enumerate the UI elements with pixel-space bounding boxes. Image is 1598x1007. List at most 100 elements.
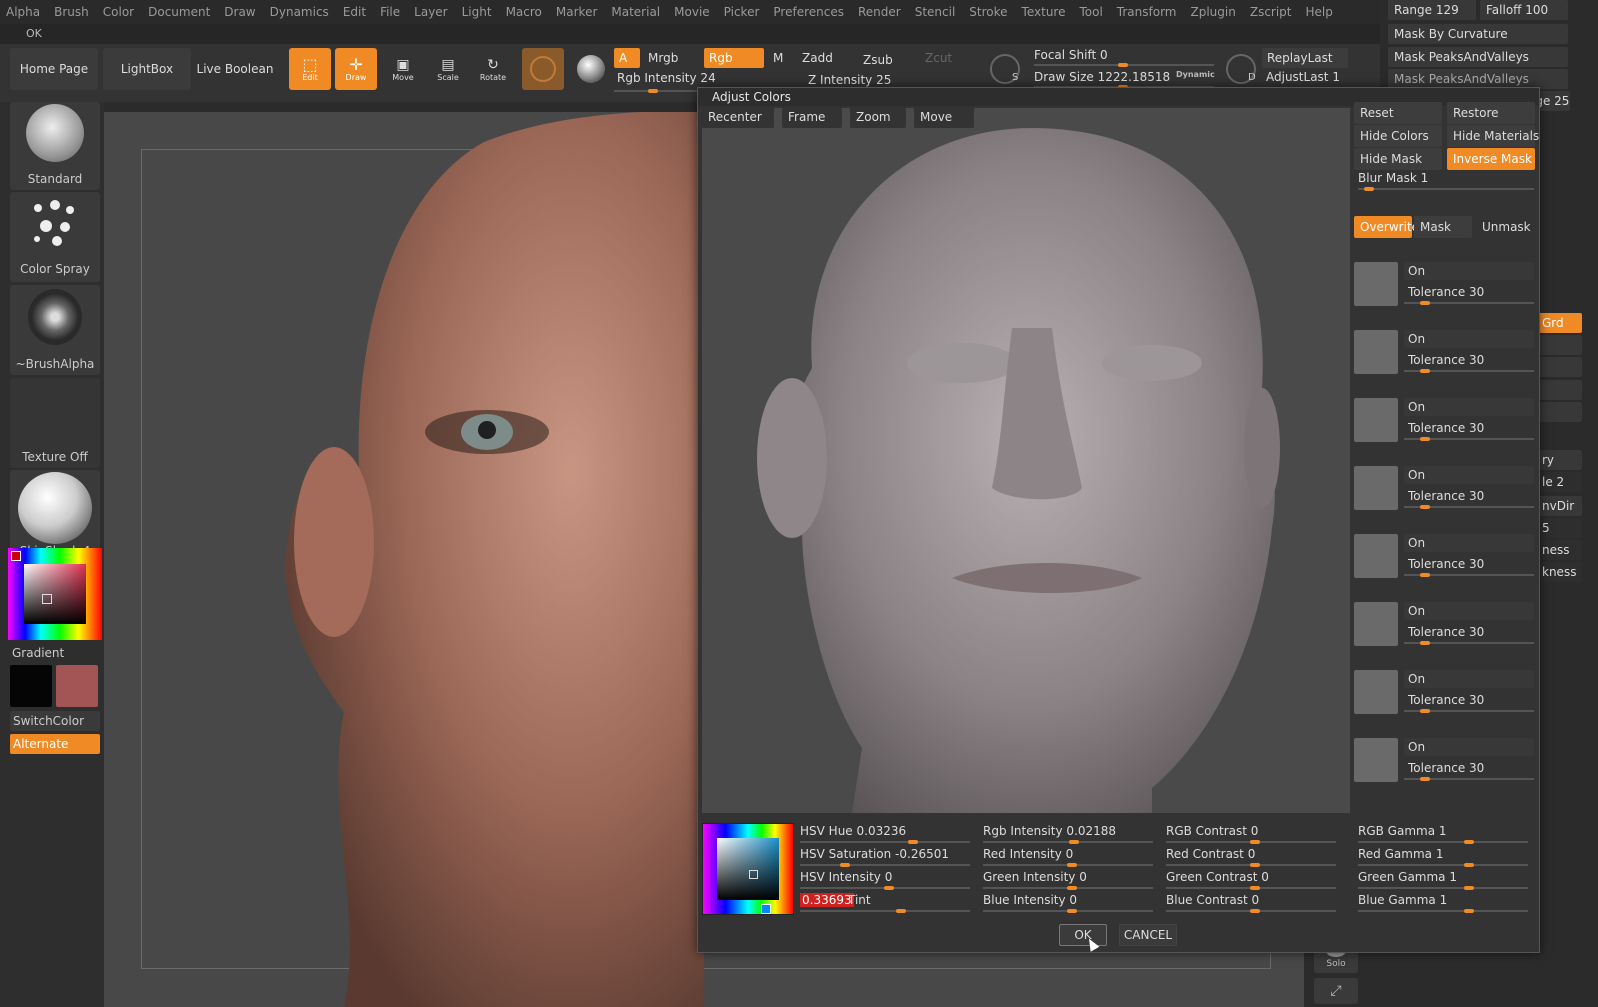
slot-on-toggle[interactable]: On	[1404, 466, 1534, 484]
lightbox-button[interactable]: LightBox	[103, 48, 191, 90]
range-slider[interactable]: Range 129	[1388, 0, 1476, 20]
zoom-button[interactable]: Zoom	[850, 106, 906, 128]
panel-stub-kness[interactable]: kness	[1538, 562, 1582, 582]
color-slot-swatch[interactable]	[1354, 262, 1398, 306]
inverse-mask-button[interactable]: Inverse Mask	[1447, 148, 1535, 170]
rotate-button[interactable]: ↻ Rotate	[472, 48, 514, 90]
menu-help[interactable]: Help	[1306, 5, 1333, 19]
color-slot-swatch[interactable]	[1354, 466, 1398, 510]
color-slot-5[interactable]: On Tolerance 30	[1352, 532, 1538, 590]
frame-button[interactable]: ⤢	[1314, 978, 1358, 1004]
rgb-contrast-slider[interactable]: RGB Contrast 0	[1166, 824, 1336, 846]
panel-stub-le2[interactable]: le 2	[1538, 472, 1582, 492]
color-slot-8[interactable]: On Tolerance 30	[1352, 736, 1538, 794]
menu-brush[interactable]: Brush	[54, 5, 89, 19]
edit-button[interactable]: ⬚ Edit	[289, 48, 331, 90]
frame-nav-button[interactable]: Frame	[782, 106, 842, 128]
grd-button[interactable]: Grd	[1538, 313, 1582, 333]
red-intensity-slider[interactable]: Red Intensity 0	[983, 847, 1153, 869]
menu-texture[interactable]: Texture	[1022, 5, 1066, 19]
color-slot-6[interactable]: On Tolerance 30	[1352, 600, 1538, 658]
z-intensity-slider[interactable]: Z Intensity 25	[808, 73, 891, 87]
green-intensity-slider[interactable]: Green Intensity 0	[983, 870, 1153, 892]
adjust-last-slider[interactable]: AdjustLast 1	[1266, 70, 1340, 84]
color-slot-4[interactable]: On Tolerance 30	[1352, 464, 1538, 522]
color-slot-swatch[interactable]	[1354, 602, 1398, 646]
alternate-button[interactable]: Alternate	[10, 734, 100, 754]
menu-macro[interactable]: Macro	[506, 5, 542, 19]
panel-stub-5[interactable]: 5	[1538, 518, 1582, 538]
shade-button[interactable]	[570, 48, 612, 90]
menu-movie[interactable]: Movie	[674, 5, 710, 19]
menu-light[interactable]: Light	[462, 5, 492, 19]
slot-tolerance-slider[interactable]: Tolerance 30	[1404, 691, 1534, 709]
blur-mask-slider[interactable]: Blur Mask 1	[1358, 171, 1428, 185]
rgb-intensity-param-slider[interactable]: Rgb Intensity 0.02188	[983, 824, 1153, 846]
unmask-button[interactable]: Unmask	[1476, 216, 1534, 238]
slot-tolerance-slider[interactable]: Tolerance 30	[1404, 487, 1534, 505]
color-slot-1[interactable]: On Tolerance 30	[1352, 260, 1538, 318]
ok-button[interactable]: OK	[1059, 924, 1107, 946]
green-gamma-slider[interactable]: Green Gamma 1	[1358, 870, 1528, 892]
menu-stencil[interactable]: Stencil	[915, 5, 956, 19]
menu-document[interactable]: Document	[148, 5, 210, 19]
gradient-label[interactable]: Gradient	[12, 646, 64, 660]
rgb-gamma-slider[interactable]: RGB Gamma 1	[1358, 824, 1528, 846]
overwrite-button[interactable]: Overwrite	[1354, 216, 1419, 238]
restore-button[interactable]: Restore	[1447, 102, 1535, 124]
live-boolean-button[interactable]: Live Boolean	[194, 48, 276, 90]
menu-dynamics[interactable]: Dynamics	[270, 5, 329, 19]
reset-button[interactable]: Reset	[1354, 102, 1442, 124]
hide-mask-button[interactable]: Hide Mask	[1354, 148, 1442, 170]
draw-button[interactable]: ✛ Draw	[335, 48, 377, 90]
slot-on-toggle[interactable]: On	[1404, 534, 1534, 552]
m-toggle[interactable]: M	[768, 48, 792, 68]
slot-on-toggle[interactable]: On	[1404, 738, 1534, 756]
home-page-button[interactable]: Home Page	[10, 48, 98, 90]
panel-stub-nvdir[interactable]: nvDir	[1538, 496, 1582, 516]
dynamic-toggle[interactable]: Dynamic	[1176, 70, 1215, 79]
hide-colors-button[interactable]: Hide Colors	[1354, 125, 1442, 147]
menu-render[interactable]: Render	[858, 5, 901, 19]
color-slot-swatch[interactable]	[1354, 670, 1398, 714]
mask-peaks-valleys-submenu[interactable]: Mask PeaksAndValleys	[1388, 69, 1568, 89]
menu-transform[interactable]: Transform	[1117, 5, 1177, 19]
scale-button[interactable]: ▤ Scale	[427, 48, 469, 90]
hsv-saturation-slider[interactable]: HSV Saturation -0.26501	[800, 847, 970, 869]
color-slot-7[interactable]: On Tolerance 30	[1352, 668, 1538, 726]
mask-peaks-valleys-button[interactable]: Mask PeaksAndValleys	[1388, 47, 1568, 67]
menu-zscript[interactable]: Zscript	[1250, 5, 1292, 19]
mrgb-toggle[interactable]: Mrgb	[643, 48, 699, 68]
blue-intensity-slider[interactable]: Blue Intensity 0	[983, 893, 1153, 915]
color-slot-3[interactable]: On Tolerance 30	[1352, 396, 1538, 454]
menu-edit[interactable]: Edit	[343, 5, 366, 19]
brush-alpha-button[interactable]: ~BrushAlpha	[10, 285, 100, 375]
menu-tool[interactable]: Tool	[1079, 5, 1102, 19]
tint-slider[interactable]: 0.33693 Tint	[800, 893, 970, 915]
slot-on-toggle[interactable]: On	[1404, 670, 1534, 688]
panel-stub-1[interactable]	[1538, 335, 1582, 355]
menu-draw[interactable]: Draw	[224, 5, 255, 19]
menu-picker[interactable]: Picker	[724, 5, 760, 19]
color-slot-swatch[interactable]	[1354, 398, 1398, 442]
zadd-toggle[interactable]: Zadd	[797, 48, 853, 68]
dialog-color-square[interactable]	[717, 838, 779, 900]
panel-stub-ness[interactable]: ness	[1538, 540, 1582, 560]
red-gamma-slider[interactable]: Red Gamma 1	[1358, 847, 1528, 869]
slot-on-toggle[interactable]: On	[1404, 398, 1534, 416]
color-picker-square[interactable]	[24, 564, 86, 624]
slot-tolerance-slider[interactable]: Tolerance 30	[1404, 555, 1534, 573]
main-color-swatch[interactable]	[10, 665, 52, 707]
move-button[interactable]: ▣ Move	[382, 48, 424, 90]
menu-zplugin[interactable]: Zplugin	[1191, 5, 1236, 19]
rgb-toggle[interactable]: Rgb	[704, 48, 764, 68]
focal-shift-slider[interactable]: Focal Shift 0	[1034, 48, 1108, 62]
standard-brush-button[interactable]: Standard	[10, 102, 100, 190]
hsv-intensity-slider[interactable]: HSV Intensity 0	[800, 870, 970, 892]
color-picker[interactable]	[8, 548, 102, 640]
menu-layer[interactable]: Layer	[414, 5, 447, 19]
slot-tolerance-slider[interactable]: Tolerance 30	[1404, 351, 1534, 369]
switch-color-button[interactable]: SwitchColor	[10, 711, 100, 731]
slot-tolerance-slider[interactable]: Tolerance 30	[1404, 419, 1534, 437]
mask-mode-button[interactable]: Mask	[1414, 216, 1472, 238]
